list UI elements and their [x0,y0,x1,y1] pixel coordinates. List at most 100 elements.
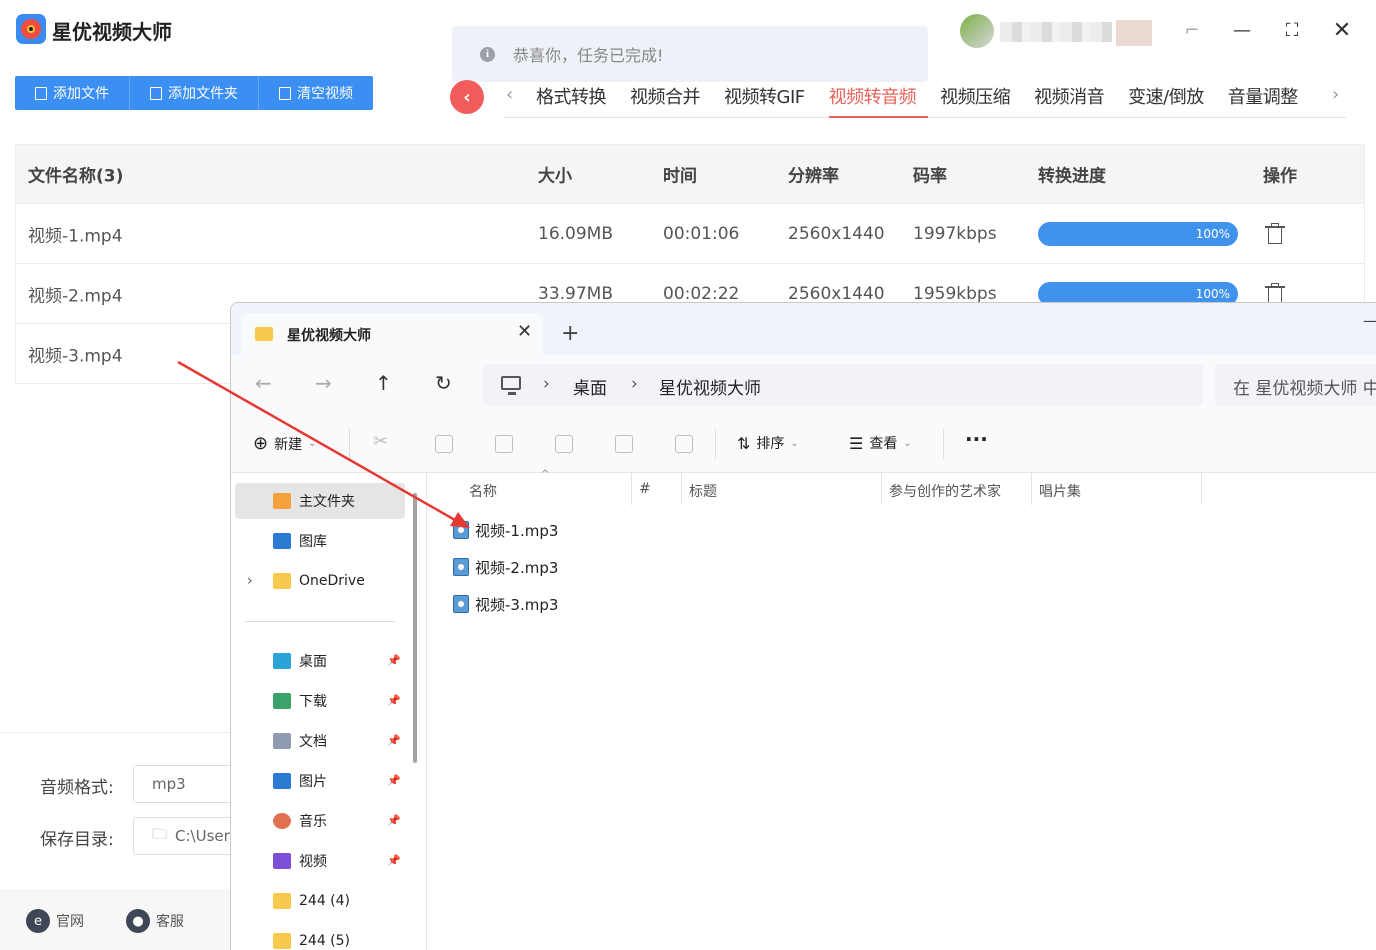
table-row[interactable]: 视频-1.mp4 16.09MB 00:01:06 2560x1440 1997… [16,203,1364,263]
new-button[interactable]: ⊕ 新建 ⌄ [253,433,316,454]
col-resolution[interactable]: 分辨率 [788,162,839,187]
sidebar-item-folder[interactable]: 244 (4) [235,883,405,919]
share-icon[interactable] [615,435,633,453]
list-item[interactable]: 视频-2.mp3 [453,552,558,582]
sidebar-item-videos[interactable]: 视频 📌 [235,843,405,879]
pin-icon[interactable]: 📌 [387,854,401,867]
col-title[interactable]: 标题 [689,481,717,501]
output-settings: 音频格式: mp3 保存目录: 🗀 C:\Users e 官网 ● 客服 [0,732,243,950]
chevron-right-icon[interactable]: › [631,374,638,394]
forward-arrow-icon[interactable]: → [315,371,332,395]
divider[interactable] [881,473,882,505]
tab-1[interactable]: 视频合并 [630,83,712,118]
sidebar-item-gallery[interactable]: 图库 [235,523,405,559]
sidebar-item-pictures[interactable]: 图片 📌 [235,763,405,799]
col-artist[interactable]: 参与创作的艺术家 [889,481,1001,501]
search-input[interactable]: 在 星优视频大师 中 [1215,364,1376,406]
pin-icon[interactable]: 📌 [387,774,401,787]
minimize-icon[interactable]: — [1363,311,1376,330]
service-link[interactable]: ● 客服 [126,909,184,933]
delete-trash-icon[interactable] [1265,222,1285,245]
copy-icon[interactable] [435,435,453,453]
collapse-chevron-left-icon[interactable]: ‹ [450,80,484,114]
user-account[interactable] [960,12,1160,52]
back-arrow-icon[interactable]: ← [255,371,272,395]
pin-icon[interactable]: 📌 [387,814,401,827]
tab-6[interactable]: 变速/倒放 [1128,83,1216,118]
up-arrow-icon[interactable]: ↑ [375,371,392,395]
pin-icon[interactable]: 📌 [387,654,401,667]
col-bitrate[interactable]: 码率 [913,162,947,187]
view-button[interactable]: ☰ 查看 ⌄ [849,433,912,453]
col-name[interactable]: 名称 [469,481,497,501]
refresh-icon[interactable]: ↻ [435,371,452,395]
list-item[interactable]: 视频-3.mp3 [453,589,558,619]
info-icon: i [480,46,495,62]
more-options-icon[interactable]: ··· [965,427,988,451]
list-item[interactable]: 视频-1.mp3 [453,515,558,545]
divider[interactable] [681,473,682,505]
maximize-button[interactable]: ⛶ [1280,18,1304,42]
tabs-scroll-right-icon[interactable]: › [1332,84,1339,105]
add-file-button[interactable]: 添加文件 [15,76,130,110]
tabs-scroll-left-icon[interactable]: ‹ [506,84,513,105]
tab-0[interactable]: 格式转换 [536,83,618,118]
view-list-icon: ☰ [849,433,864,453]
divider[interactable] [1201,473,1202,505]
save-dir-value: C:\Users [175,827,238,845]
view-label: 查看 [869,436,898,452]
avatar[interactable] [960,14,994,48]
file-icon [35,86,47,100]
skin-icon[interactable]: ⌐ [1180,18,1204,42]
tab-2[interactable]: 视频转GIF [724,83,817,118]
minimize-button[interactable]: — [1230,18,1254,42]
audio-format-select[interactable]: mp3 [133,765,243,803]
website-link[interactable]: e 官网 [26,909,84,933]
sidebar-item-home[interactable]: 主文件夹 [235,483,405,519]
folder-icon [273,933,291,949]
sidebar-item-folder[interactable]: 244 (5) [235,923,405,950]
download-icon [273,693,291,709]
sort-button[interactable]: ⇅ 排序 ⌄ [737,433,799,453]
sidebar-item-documents[interactable]: 文档 📌 [235,723,405,759]
breadcrumb-folder[interactable]: 星优视频大师 [659,374,761,399]
sidebar-scrollbar[interactable] [413,493,417,763]
tab-4[interactable]: 视频压缩 [940,83,1022,118]
chevron-right-icon[interactable]: › [543,374,550,394]
rename-icon[interactable] [555,435,573,453]
sidebar-item-desktop[interactable]: 桌面 📌 [235,643,405,679]
new-tab-plus-icon[interactable]: + [561,321,579,346]
tab-3[interactable]: 视频转音频 [828,83,929,118]
file-bitrate: 1997kbps [913,223,997,244]
pin-icon[interactable]: 📌 [387,734,401,747]
sidebar-item-music[interactable]: 音乐 📌 [235,803,405,839]
sidebar-item-downloads[interactable]: 下载 📌 [235,683,405,719]
col-size[interactable]: 大小 [538,162,572,187]
tab-5[interactable]: 视频消音 [1034,83,1116,118]
close-button[interactable]: ✕ [1330,18,1354,43]
save-dir-label: 保存目录: [40,830,114,850]
paste-icon[interactable] [495,435,513,453]
col-time[interactable]: 时间 [663,162,697,187]
add-folder-button[interactable]: 添加文件夹 [130,76,259,110]
clear-videos-button[interactable]: 清空视频 [259,76,373,110]
save-dir-input[interactable]: 🗀 C:\Users [133,817,243,855]
close-tab-icon[interactable]: ✕ [517,321,532,342]
pin-icon[interactable]: 📌 [387,694,401,707]
tab-7[interactable]: 音量调整 [1228,83,1310,118]
sidebar-item-onedrive[interactable]: OneDrive [235,563,405,599]
col-progress[interactable]: 转换进度 [1038,162,1106,187]
col-album[interactable]: 唱片集 [1039,481,1081,501]
col-filename[interactable]: 文件名称(3) [28,162,123,187]
address-bar[interactable]: › 桌面 › 星优视频大师 [483,364,1203,406]
breadcrumb-desktop[interactable]: 桌面 [573,374,607,399]
divider[interactable] [1031,473,1032,505]
navigation-pane: 主文件夹 图库 › OneDrive 桌面 📌 下载 📌 文档 📌 图片 📌 音乐 📌 视… [231,473,427,950]
app-logo-icon [16,14,46,44]
col-number[interactable]: # [639,481,651,497]
delete-icon[interactable] [675,435,693,453]
chevron-down-icon: ⌄ [308,438,317,449]
cut-icon[interactable]: ✂ [373,431,388,452]
divider[interactable] [631,473,632,505]
explorer-tab[interactable]: 星优视频大师 ✕ [241,313,543,355]
